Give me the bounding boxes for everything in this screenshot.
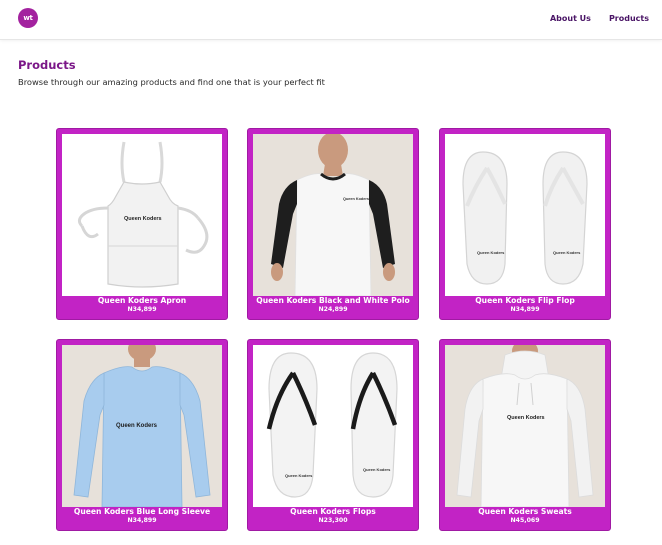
svg-text:Queen Koders: Queen Koders	[363, 467, 391, 472]
product-card-polo[interactable]: Queen Koders Queen Koders Black and Whit…	[247, 128, 419, 320]
nav-link-products[interactable]: Products	[609, 14, 649, 23]
product-price: N34,899	[127, 306, 157, 313]
svg-text:Queen Koders: Queen Koders	[285, 473, 313, 478]
product-card-flip-flop[interactable]: Queen Koders Queen Koders Queen Koders F…	[439, 128, 611, 320]
svg-text:Queen Koders: Queen Koders	[116, 423, 158, 429]
apron-illustration: Queen Koders	[77, 141, 209, 288]
polo-illustration: Queen Koders	[271, 134, 395, 296]
main-nav: About Us Products	[550, 14, 649, 23]
product-card-flops[interactable]: Queen Koders Queen Koders Queen Koders F…	[247, 339, 419, 531]
svg-text:Queen Koders: Queen Koders	[507, 415, 545, 421]
product-name: Queen Koders Flops	[290, 507, 376, 516]
page-title: Products	[18, 58, 76, 72]
product-name: Queen Koders Flip Flop	[475, 296, 575, 305]
top-navbar: wt About Us Products	[0, 0, 662, 40]
product-card-apron[interactable]: Queen Koders Queen Koders Apron N34,899	[56, 128, 228, 320]
page-subtitle: Browse through our amazing products and …	[18, 77, 325, 87]
product-price: N45,069	[510, 517, 540, 524]
sweats-illustration: Queen Koders	[456, 345, 594, 507]
long-sleeve-image: Queen Koders	[62, 345, 222, 507]
product-price: N23,300	[318, 517, 348, 524]
long-sleeve-illustration: Queen Koders	[73, 345, 211, 507]
product-name: Queen Koders Apron	[97, 296, 187, 305]
product-card-sweats[interactable]: Queen Koders Queen Koders Sweats N45,069	[439, 339, 611, 531]
svg-text:Queen Koders: Queen Koders	[553, 250, 581, 255]
svg-text:Queen Koders: Queen Koders	[124, 216, 162, 222]
product-name: Queen Koders Blue Long Sleeve	[73, 507, 211, 516]
nav-link-about-us[interactable]: About Us	[550, 14, 591, 23]
flip-flop-illustration: Queen Koders Queen Koders	[462, 151, 588, 285]
polo-image: Queen Koders	[253, 134, 413, 296]
product-name: Queen Koders Black and White Polo	[256, 296, 410, 305]
svg-text:Queen Koders: Queen Koders	[477, 250, 505, 255]
product-name: Queen Koders Sweats	[478, 507, 572, 516]
product-price: N24,899	[318, 306, 348, 313]
product-price: N34,899	[127, 517, 157, 524]
flops-image: Queen Koders Queen Koders	[253, 345, 413, 507]
product-price: N34,899	[510, 306, 540, 313]
brand-logo[interactable]: wt	[18, 8, 38, 28]
svg-text:Queen Koders: Queen Koders	[343, 197, 369, 201]
flops-illustration: Queen Koders Queen Koders	[266, 352, 398, 498]
sweats-image: Queen Koders	[445, 345, 605, 507]
product-card-long-sleeve[interactable]: Queen Koders Queen Koders Blue Long Slee…	[56, 339, 228, 531]
flip-flop-image: Queen Koders Queen Koders	[445, 134, 605, 296]
apron-image: Queen Koders	[62, 134, 222, 296]
